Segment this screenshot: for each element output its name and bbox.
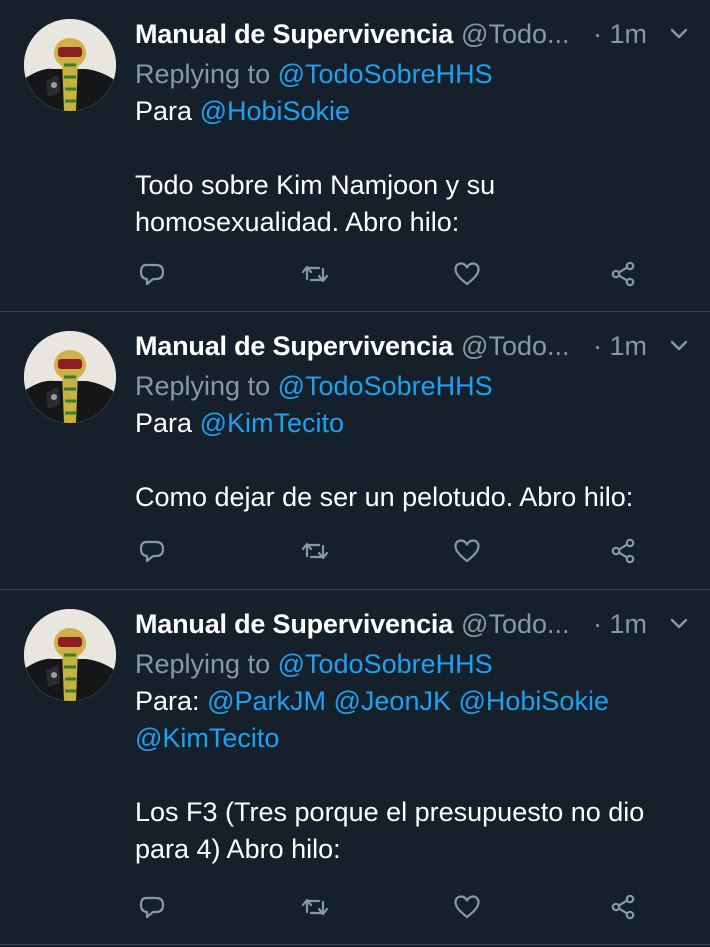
chevron-down-icon[interactable] xyxy=(668,335,690,357)
tweet-text-line: Como dejar de ser un pelotudo. Abro hilo… xyxy=(135,482,634,512)
timeline: Manual de Supervivencia @Todo... · 1m Re… xyxy=(0,0,710,947)
para-prefix: Para xyxy=(135,96,193,126)
replying-label: Replying to xyxy=(135,371,271,401)
mentions-line: Para: @ParkJM @JeonJK @HobiSokie xyxy=(135,683,690,720)
display-name[interactable]: Manual de Supervivencia xyxy=(135,16,453,52)
mention-link[interactable]: @KimTecito xyxy=(200,408,344,438)
replying-to-line: Replying to @TodoSobreHHS xyxy=(135,368,690,405)
mention-link[interactable]: @ParkJM xyxy=(207,686,326,716)
share-icon[interactable] xyxy=(606,890,640,924)
chevron-down-icon[interactable] xyxy=(668,613,690,635)
reply-icon[interactable] xyxy=(135,890,169,924)
replying-label: Replying to xyxy=(135,649,271,679)
tweet-header: Manual de Supervivencia @Todo... · 1m xyxy=(135,16,690,52)
user-handle[interactable]: @Todo... xyxy=(461,16,575,52)
tweet[interactable]: Manual de Supervivencia @Todo... · 1m Re… xyxy=(0,590,710,945)
timestamp[interactable]: · 1m xyxy=(593,606,647,642)
replying-to-link[interactable]: @TodoSobreHHS xyxy=(278,59,493,89)
tweet-content: Manual de Supervivencia @Todo... · 1m Re… xyxy=(135,328,690,516)
share-icon[interactable] xyxy=(606,257,640,291)
avatar[interactable] xyxy=(24,331,116,423)
mention-link[interactable]: @HobiSokie xyxy=(200,96,350,126)
reply-icon[interactable] xyxy=(135,534,169,568)
tweet-actions xyxy=(135,534,640,574)
tweet-text-line: homosexualidad. Abro hilo: xyxy=(135,207,460,237)
chevron-down-icon[interactable] xyxy=(668,23,690,45)
mention-link[interactable]: @KimTecito xyxy=(135,723,279,753)
share-icon[interactable] xyxy=(606,534,640,568)
reply-icon[interactable] xyxy=(135,257,169,291)
display-name[interactable]: Manual de Supervivencia xyxy=(135,328,453,364)
replying-to-link[interactable]: @TodoSobreHHS xyxy=(278,371,493,401)
replying-to-line: Replying to @TodoSobreHHS xyxy=(135,56,690,93)
avatar[interactable] xyxy=(24,19,116,111)
mentions-line: Para @KimTecito xyxy=(135,405,690,442)
tweet-actions xyxy=(135,257,640,297)
retweet-icon[interactable] xyxy=(298,257,332,291)
mention-link[interactable]: @HobiSokie xyxy=(458,686,608,716)
tweet[interactable]: Manual de Supervivencia @Todo... · 1m Re… xyxy=(0,312,710,590)
tweet[interactable]: Manual de Supervivencia @Todo... · 1m Re… xyxy=(0,0,710,312)
tweet-header: Manual de Supervivencia @Todo... · 1m xyxy=(135,328,690,364)
like-icon[interactable] xyxy=(450,257,484,291)
tweet-text-line: para 4) Abro hilo: xyxy=(135,834,341,864)
like-icon[interactable] xyxy=(450,890,484,924)
mentions-line: Para @HobiSokie xyxy=(135,93,690,130)
tweet-content: Manual de Supervivencia @Todo... · 1m Re… xyxy=(135,606,690,868)
replying-label: Replying to xyxy=(135,59,271,89)
like-icon[interactable] xyxy=(450,534,484,568)
para-prefix: Para: xyxy=(135,686,200,716)
display-name[interactable]: Manual de Supervivencia xyxy=(135,606,453,642)
retweet-icon[interactable] xyxy=(298,890,332,924)
timestamp[interactable]: · 1m xyxy=(593,328,647,364)
mentions-line: @KimTecito xyxy=(135,720,690,757)
replying-to-link[interactable]: @TodoSobreHHS xyxy=(278,649,493,679)
replying-to-line: Replying to @TodoSobreHHS xyxy=(135,646,690,683)
timestamp[interactable]: · 1m xyxy=(593,16,647,52)
user-handle[interactable]: @Todo... xyxy=(461,328,575,364)
user-handle[interactable]: @Todo... xyxy=(461,606,575,642)
avatar[interactable] xyxy=(24,609,116,701)
para-prefix: Para xyxy=(135,408,193,438)
tweet-actions xyxy=(135,890,640,930)
tweet-content: Manual de Supervivencia @Todo... · 1m Re… xyxy=(135,16,690,241)
tweet-text-line: Todo sobre Kim Namjoon y su xyxy=(135,170,496,200)
tweet-text-line: Los F3 (Tres porque el presupuesto no di… xyxy=(135,797,645,827)
retweet-icon[interactable] xyxy=(298,534,332,568)
mention-link[interactable]: @JeonJK xyxy=(334,686,451,716)
tweet-header: Manual de Supervivencia @Todo... · 1m xyxy=(135,606,690,642)
